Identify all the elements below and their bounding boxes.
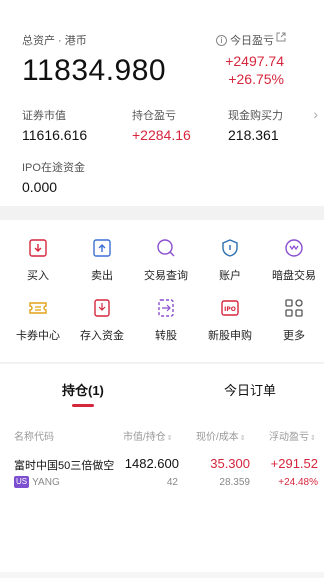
cash-power-value: 218.361 [228,127,279,143]
header-value-qty[interactable]: 市值/持仓⇕ [123,428,173,443]
today-pnl-amount: +2497.74 [225,53,284,69]
coupon-icon [28,298,48,318]
function-label: 存入资金 [80,330,124,342]
cash-power-label: 现金购买力 [228,110,283,122]
header-price-cost[interactable]: 现价/成本⇕ [196,428,246,443]
tab-today-orders[interactable]: 今日订单 [224,380,276,399]
account-shield-icon [220,238,240,258]
function-ipo-subscribe[interactable]: IPO 新股申购 [198,298,262,343]
function-more[interactable]: 更多 [262,298,324,343]
position-pnl-metric: 持仓盈亏 +2284.16 [132,107,191,143]
function-label: 新股申购 [208,330,252,342]
function-label: 转股 [155,330,177,342]
header-price-cost-label: 现价/成本 [196,432,239,443]
stock-code-line: US YANG [14,476,60,488]
position-pnl-label: 持仓盈亏 [132,110,176,122]
position-pnl-value: +2284.16 [132,127,191,143]
total-assets-label: 总资产 · 港币 [22,35,87,47]
header-name: 名称代码 [14,432,54,443]
today-pnl-values: +2497.74 +26.75% [225,52,284,88]
sort-icon: ⇕ [239,435,246,442]
cost-cell: 28.359 [219,477,250,488]
deposit-icon [92,298,112,318]
function-label: 账户 [219,270,241,282]
cash-power-metric[interactable]: 现金购买力 218.361 [228,107,283,143]
market-value: 11616.616 [22,127,88,143]
today-pnl-header[interactable]: i 今日盈亏 [216,32,274,48]
sort-icon: ⇕ [310,435,316,442]
market-value-cell: 1482.600 [124,456,179,471]
pnl-percent-cell: +24.48% [278,477,318,488]
function-label: 暗盘交易 [272,270,316,282]
ipo-funds-label: IPO在途资金 [22,162,85,174]
dark-pool-icon [284,238,304,258]
function-label: 买入 [27,270,49,282]
function-buy[interactable]: 买入 [6,238,70,283]
quantity-cell: 42 [166,477,178,488]
total-assets-value: 11834.980 [22,54,167,87]
market-value-label: 证券市值 [22,110,66,122]
function-deposit[interactable]: 存入资金 [70,298,134,343]
today-pnl-percent: +26.75% [228,71,284,87]
info-icon[interactable]: i [216,34,227,46]
ipo-icon: IPO [220,298,240,318]
today-pnl-label: 今日盈亏 [230,35,274,47]
market-badge: US [14,476,30,488]
market-value-metric: 证券市值 11616.616 [22,107,87,143]
header-value-qty-label: 市值/持仓 [123,432,166,443]
asset-summary-card: 总资产 · 港币 i 今日盈亏 11834.980 +2497.74 +26.7… [0,0,324,206]
function-label: 卖出 [91,270,113,282]
pnl-cell: +291.52 [270,456,318,471]
function-sell[interactable]: 卖出 [70,238,134,283]
positions-card: 持仓(1) 今日订单 名称代码 市值/持仓⇕ 现价/成本⇕ 浮动盈亏⇕ 富时中国… [0,364,324,578]
ipo-funds-value: 0.000 [22,179,58,195]
trade-query-icon [156,238,176,258]
sell-icon [92,238,112,258]
transfer-icon [156,298,176,318]
svg-text:IPO: IPO [224,306,236,313]
function-label: 卡券中心 [16,330,60,342]
stock-name: 富时中国50三倍做空 [14,460,115,472]
function-trade-query[interactable]: 交易查询 [134,238,198,283]
header-floating-pnl-label: 浮动盈亏 [269,432,309,443]
bottom-nav-edge [0,572,324,578]
more-grid-icon [284,298,304,318]
function-coupon[interactable]: 卡券中心 [6,298,70,343]
function-grid: 买入 卖出 交易查询 账户 暗盘交易 卡券中心 存入资金 转股 IPO 新股申购… [0,220,324,362]
chevron-right-icon[interactable]: › [313,106,318,122]
buy-icon [28,238,48,258]
active-tab-indicator [72,404,94,407]
function-transfer[interactable]: 转股 [134,298,198,343]
tab-positions[interactable]: 持仓(1) [62,380,104,399]
function-label: 交易查询 [144,270,188,282]
stock-code: YANG [32,476,60,488]
price-cell: 35.300 [210,456,250,471]
ipo-funds-metric: IPO在途资金 0.000 [22,159,85,195]
function-account[interactable]: 账户 [198,238,262,283]
sort-icon: ⇕ [166,435,173,442]
function-label: 更多 [283,330,305,342]
header-floating-pnl[interactable]: 浮动盈亏⇕ [269,428,316,443]
function-dark-pool[interactable]: 暗盘交易 [262,238,324,283]
share-icon[interactable] [276,32,286,45]
